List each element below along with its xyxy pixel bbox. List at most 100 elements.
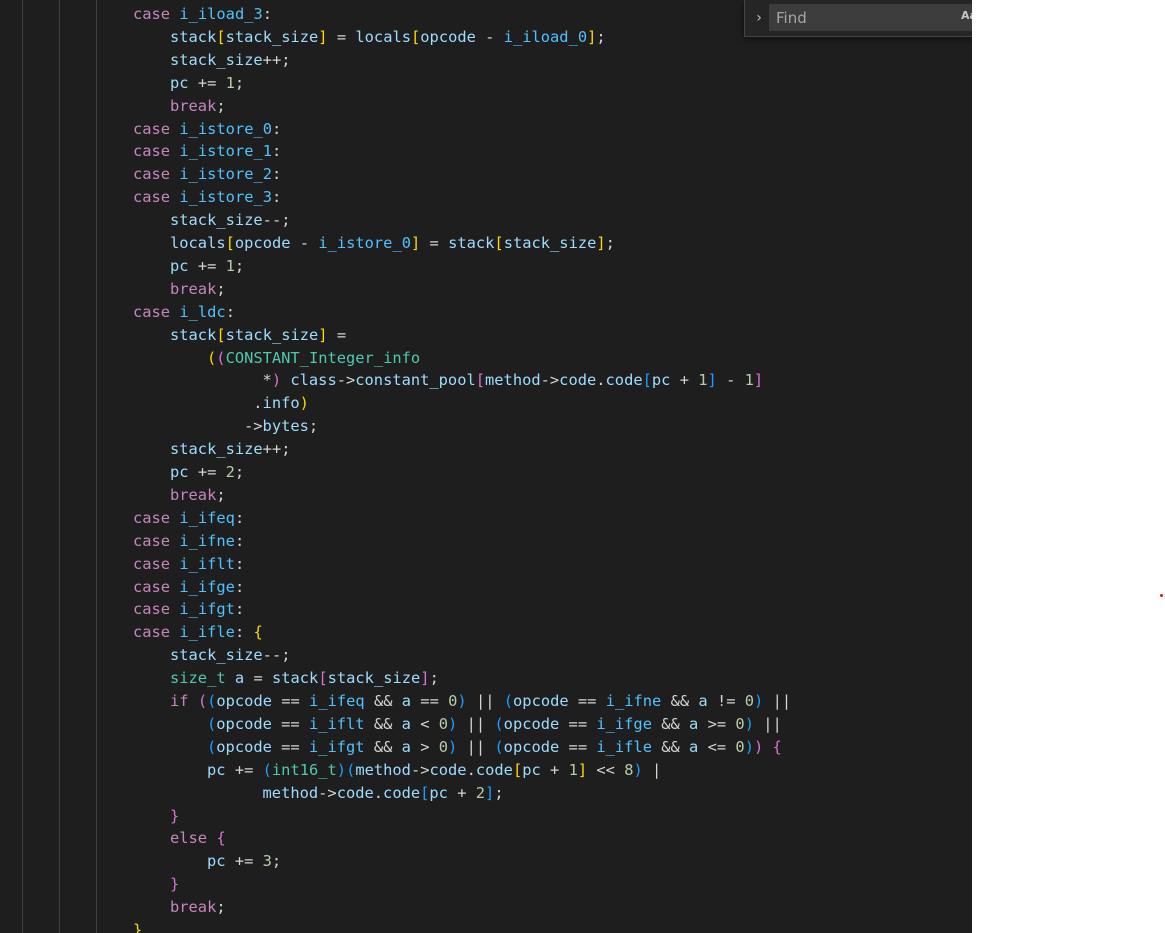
code-line[interactable]: } <box>133 919 142 933</box>
code-token: != <box>707 692 745 710</box>
code-token: ) <box>271 371 282 390</box>
code-token: -> <box>540 371 560 390</box>
code-line[interactable]: method->code.code[pc + 2]; <box>244 782 504 805</box>
code-token: stack_size <box>327 669 421 688</box>
code-line[interactable]: ((CONSTANT_Integer_info <box>207 347 420 370</box>
code-token: break <box>170 898 217 917</box>
code-line[interactable]: case i_ifle: { <box>133 621 263 644</box>
code-line[interactable]: case i_istore_2: <box>133 163 281 186</box>
code-token: && <box>364 714 402 733</box>
code-token: pc <box>207 760 226 779</box>
code-token: i_istore_2 <box>179 165 273 184</box>
code-token: 1 <box>698 371 708 390</box>
code-token: == <box>559 714 597 733</box>
code-token: || <box>457 737 495 756</box>
code-token: | <box>642 760 662 779</box>
code-editor[interactable]: case i_iload_3: stack[stack_size] = local… <box>0 0 972 933</box>
code-token: } <box>170 875 180 894</box>
code-token: == <box>271 692 310 710</box>
code-token: ) <box>336 760 347 779</box>
code-line[interactable]: break; <box>170 278 226 301</box>
code-token: pc <box>170 256 189 275</box>
code-token: ; <box>234 463 245 481</box>
code-line[interactable]: .info) <box>244 392 309 415</box>
code-line[interactable]: } <box>170 873 179 896</box>
code-line[interactable]: if ((opcode == i_ifeq && a == 0) || (opc… <box>170 690 791 713</box>
code-line[interactable]: stack_size++; <box>170 49 290 72</box>
code-line[interactable]: stack[stack_size] = locals[opcode - i_il… <box>170 26 606 49</box>
code-token: code <box>605 371 643 390</box>
code-line[interactable]: break; <box>170 95 226 118</box>
code-line[interactable]: stack_size--; <box>170 209 290 232</box>
code-token: ++; <box>262 440 291 459</box>
code-token: < <box>410 714 439 733</box>
cursor-marker <box>1160 594 1163 597</box>
code-line[interactable]: pc += 1; <box>170 255 244 278</box>
find-input[interactable] <box>769 4 972 31</box>
code-line[interactable]: else { <box>170 827 226 850</box>
chevron-right-icon[interactable]: › <box>751 7 767 29</box>
code-token: locals <box>170 234 226 252</box>
code-line[interactable]: stack_size--; <box>170 644 290 667</box>
code-line[interactable]: pc += 2; <box>170 461 244 484</box>
code-line[interactable]: case i_ldc: <box>133 301 235 324</box>
code-line[interactable]: case i_ifgt: <box>133 598 244 621</box>
code-token: -> <box>410 760 430 779</box>
code-line[interactable]: case i_istore_3: <box>133 186 281 209</box>
code-line[interactable]: break; <box>170 896 226 919</box>
code-token: } <box>133 921 143 933</box>
code-line[interactable]: case i_ifge: <box>133 576 244 599</box>
code-line[interactable]: case i_istore_0: <box>133 118 281 141</box>
code-token: { <box>253 623 263 642</box>
code-token: code <box>559 371 597 390</box>
code-token: = <box>327 27 356 46</box>
code-token: : <box>272 188 282 207</box>
code-token: ] <box>318 325 328 344</box>
code-line[interactable]: (opcode == i_iflt && a < 0) || (opcode =… <box>207 713 782 736</box>
code-token: a <box>689 737 699 756</box>
code-token: i_istore_0 <box>318 234 411 252</box>
code-token: i_istore_3 <box>179 188 273 207</box>
code-line[interactable]: ->bytes; <box>244 415 318 438</box>
code-line[interactable]: case i_iflt: <box>133 553 244 576</box>
code-token: a <box>401 692 412 710</box>
code-line[interactable]: locals[opcode - i_istore_0] = stack[stac… <box>170 232 615 255</box>
code-line[interactable]: case i_ifeq: <box>133 507 244 530</box>
code-token: code <box>429 760 467 779</box>
code-line[interactable]: pc += (int16_t)(method->code.code[pc + 1… <box>207 759 661 782</box>
code-line[interactable]: case i_istore_1: <box>133 140 281 163</box>
code-token: a <box>401 714 411 733</box>
code-line[interactable]: pc += 3; <box>207 850 281 873</box>
code-token: ( <box>197 692 208 710</box>
code-token: ( <box>207 692 217 710</box>
code-token: a <box>689 714 699 733</box>
match-case-button[interactable]: Aa <box>961 9 972 22</box>
code-line[interactable]: stack_size++; <box>170 438 290 461</box>
code-token: 1 <box>568 760 578 779</box>
code-token: 2 <box>225 463 235 481</box>
code-token: i_istore_1 <box>179 142 273 161</box>
code-line[interactable]: } <box>170 805 179 828</box>
code-token: ) <box>754 692 764 710</box>
code-token: ( <box>494 737 504 756</box>
code-line[interactable]: break; <box>170 484 226 507</box>
code-token: class <box>290 371 337 390</box>
code-token: 2 <box>475 783 486 802</box>
code-token: pc <box>429 783 448 802</box>
code-line[interactable]: case i_ifne: <box>133 530 244 553</box>
code-token: opcode <box>216 714 272 733</box>
code-token: -> <box>244 417 263 436</box>
code-line[interactable]: *) class->constant_pool[method->code.cod… <box>244 369 764 392</box>
code-token: += <box>225 852 263 871</box>
code-line[interactable]: stack[stack_size] = <box>170 324 346 347</box>
code-token: case <box>133 508 180 527</box>
code-token: ; <box>216 898 226 917</box>
code-line[interactable]: size_t a = stack[stack_size]; <box>170 667 439 690</box>
code-line[interactable]: (opcode == i_ifgt && a > 0) || (opcode =… <box>207 736 782 759</box>
code-line[interactable]: case i_iload_3: <box>133 3 272 26</box>
code-token: && <box>661 692 699 710</box>
code-token: opcode <box>513 692 569 710</box>
code-token: { <box>216 829 226 848</box>
code-line[interactable]: pc += 1; <box>170 72 244 95</box>
code-token: method <box>355 760 411 779</box>
